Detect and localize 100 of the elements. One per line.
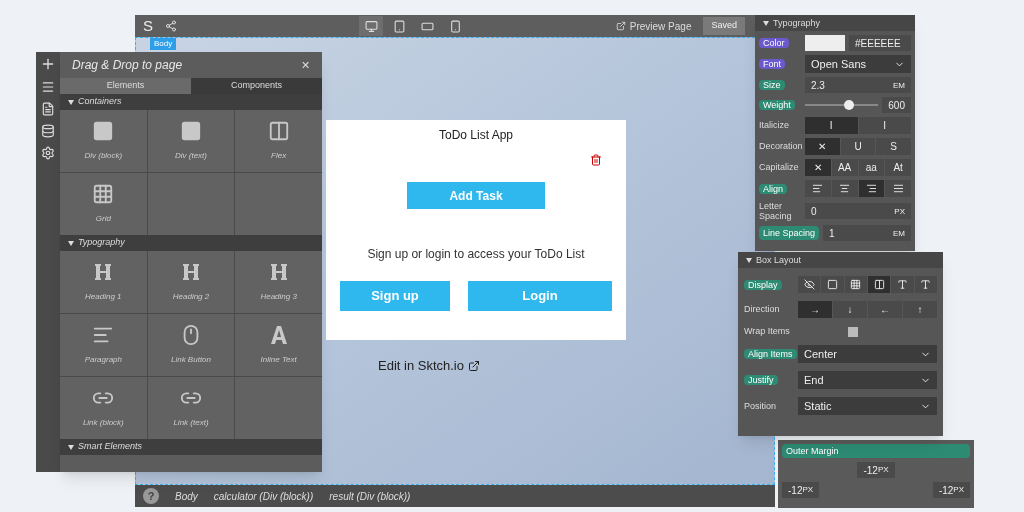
option-button[interactable]: ✕ bbox=[805, 138, 840, 155]
option-button[interactable]: U bbox=[840, 138, 876, 155]
caret-icon bbox=[763, 20, 769, 26]
input-field[interactable]: -12PX bbox=[782, 482, 820, 498]
panel-title: Drag & Drop to page bbox=[72, 57, 183, 74]
option-button[interactable]: → bbox=[798, 301, 832, 318]
caret-icon bbox=[68, 240, 74, 246]
option-button[interactable] bbox=[844, 276, 867, 293]
section-header[interactable]: Typography bbox=[755, 15, 915, 31]
component-tile[interactable]: Flex bbox=[235, 110, 322, 172]
grid-icon bbox=[92, 183, 115, 205]
saved-status: Saved bbox=[703, 17, 745, 35]
input-field[interactable]: 600 bbox=[882, 97, 911, 113]
align-icon bbox=[892, 183, 904, 194]
input-field[interactable]: -12PX bbox=[857, 462, 895, 478]
input-field[interactable]: #EEEEEE bbox=[849, 35, 911, 51]
option-button[interactable] bbox=[868, 276, 891, 293]
input-field[interactable]: 2.3 EM bbox=[805, 77, 911, 93]
add-icon[interactable] bbox=[40, 56, 56, 72]
option-button[interactable] bbox=[805, 180, 831, 197]
component-tile[interactable]: Grid bbox=[60, 173, 147, 235]
trash-icon[interactable] bbox=[590, 154, 602, 166]
option-button[interactable]: S bbox=[876, 138, 911, 155]
columns-icon bbox=[267, 120, 290, 142]
option-button[interactable] bbox=[821, 276, 844, 293]
edit-link[interactable]: Edit in Sktch.io bbox=[378, 356, 480, 376]
align-icon bbox=[812, 183, 824, 194]
option-button[interactable]: ↓ bbox=[833, 301, 867, 318]
option-button[interactable] bbox=[914, 276, 937, 293]
component-tile[interactable]: Link (block) bbox=[60, 377, 147, 439]
option-button[interactable] bbox=[885, 180, 911, 197]
section-header[interactable]: Typography bbox=[60, 235, 322, 251]
component-tile[interactable]: Inline Text bbox=[235, 314, 322, 376]
option-button[interactable]: ✕ bbox=[805, 159, 831, 176]
component-tile[interactable]: Link Button bbox=[147, 314, 235, 376]
phone-icon bbox=[448, 19, 462, 33]
eye-off-icon bbox=[803, 279, 815, 290]
option-button[interactable]: ↑ bbox=[903, 301, 937, 318]
property-label: Color bbox=[759, 38, 789, 48]
component-tile[interactable]: Heading 3 bbox=[235, 251, 322, 313]
component-tile[interactable]: Heading 2 bbox=[147, 251, 235, 313]
option-button[interactable]: aa bbox=[858, 159, 885, 176]
option-button[interactable]: At bbox=[885, 159, 911, 176]
caret-icon bbox=[68, 99, 74, 105]
component-tile[interactable]: Div (text) bbox=[147, 110, 235, 172]
dropdown[interactable]: End bbox=[798, 371, 937, 389]
property-label: Decoration bbox=[759, 141, 803, 151]
component-tile[interactable]: Link (text) bbox=[147, 377, 235, 439]
breadcrumb[interactable]: Body bbox=[175, 488, 198, 504]
property-label: Align Items bbox=[744, 349, 797, 359]
property-label: Position bbox=[744, 400, 777, 411]
option-button[interactable] bbox=[831, 180, 858, 197]
property-label: Capitalize bbox=[759, 162, 799, 172]
preview-button[interactable]: Preview Page bbox=[615, 18, 692, 34]
dropdown[interactable]: Static bbox=[798, 397, 937, 415]
message-text: Sign up or login to access your ToDo List bbox=[367, 246, 585, 263]
property-label: Direction bbox=[744, 304, 780, 314]
checkbox[interactable] bbox=[848, 326, 858, 337]
menu-icon[interactable] bbox=[41, 80, 55, 94]
component-tile[interactable]: Heading 1 bbox=[60, 251, 147, 313]
property-label: Size bbox=[759, 80, 785, 90]
option-button[interactable] bbox=[798, 276, 821, 293]
dropdown[interactable]: Open Sans bbox=[805, 55, 911, 73]
section-header[interactable]: Containers bbox=[60, 94, 322, 110]
property-label: Font bbox=[759, 59, 785, 69]
help-icon[interactable]: ? bbox=[143, 488, 159, 504]
color-swatch[interactable] bbox=[805, 35, 845, 51]
panel-tab[interactable]: Components bbox=[191, 78, 322, 94]
breadcrumb[interactable]: result (Div (block)) bbox=[329, 488, 411, 504]
component-tile[interactable]: Div (block) bbox=[60, 110, 147, 172]
option-button[interactable]: I bbox=[858, 117, 911, 134]
input-field[interactable]: 0 PX bbox=[805, 203, 911, 219]
property-label: Letter Spacing bbox=[759, 201, 792, 221]
breadcrumb[interactable]: calculator (Div (block)) bbox=[213, 488, 314, 504]
dropdown[interactable]: Center bbox=[798, 345, 937, 363]
heading-icon bbox=[180, 261, 202, 283]
element-tag: Body bbox=[150, 38, 177, 50]
page-icon[interactable] bbox=[41, 102, 55, 116]
external-link-icon bbox=[468, 359, 480, 372]
monitor-icon bbox=[364, 19, 378, 33]
settings-icon[interactable] bbox=[41, 146, 55, 160]
device-button[interactable] bbox=[359, 16, 383, 36]
columns-icon bbox=[873, 279, 885, 290]
option-button[interactable]: ← bbox=[868, 301, 902, 318]
input-field[interactable]: 1 EM bbox=[823, 225, 911, 241]
property-label: Italicize bbox=[759, 120, 789, 130]
panel-tab[interactable]: Elements bbox=[60, 78, 191, 94]
section-header[interactable]: Smart Elements bbox=[60, 439, 322, 455]
close-button[interactable]: ✕ bbox=[301, 56, 310, 74]
option-button[interactable] bbox=[891, 276, 914, 293]
slider-thumb[interactable] bbox=[844, 100, 854, 110]
input-field[interactable]: -12PX bbox=[932, 482, 970, 498]
logo: S bbox=[143, 15, 153, 36]
database-icon[interactable] bbox=[41, 124, 55, 138]
option-button[interactable] bbox=[858, 180, 885, 197]
section-header[interactable]: Box Layout bbox=[738, 252, 943, 268]
property-label: Line Spacing bbox=[759, 226, 820, 240]
component-tile[interactable]: Paragraph bbox=[60, 314, 147, 376]
option-button[interactable]: I bbox=[805, 117, 858, 134]
option-button[interactable]: AA bbox=[831, 159, 858, 176]
